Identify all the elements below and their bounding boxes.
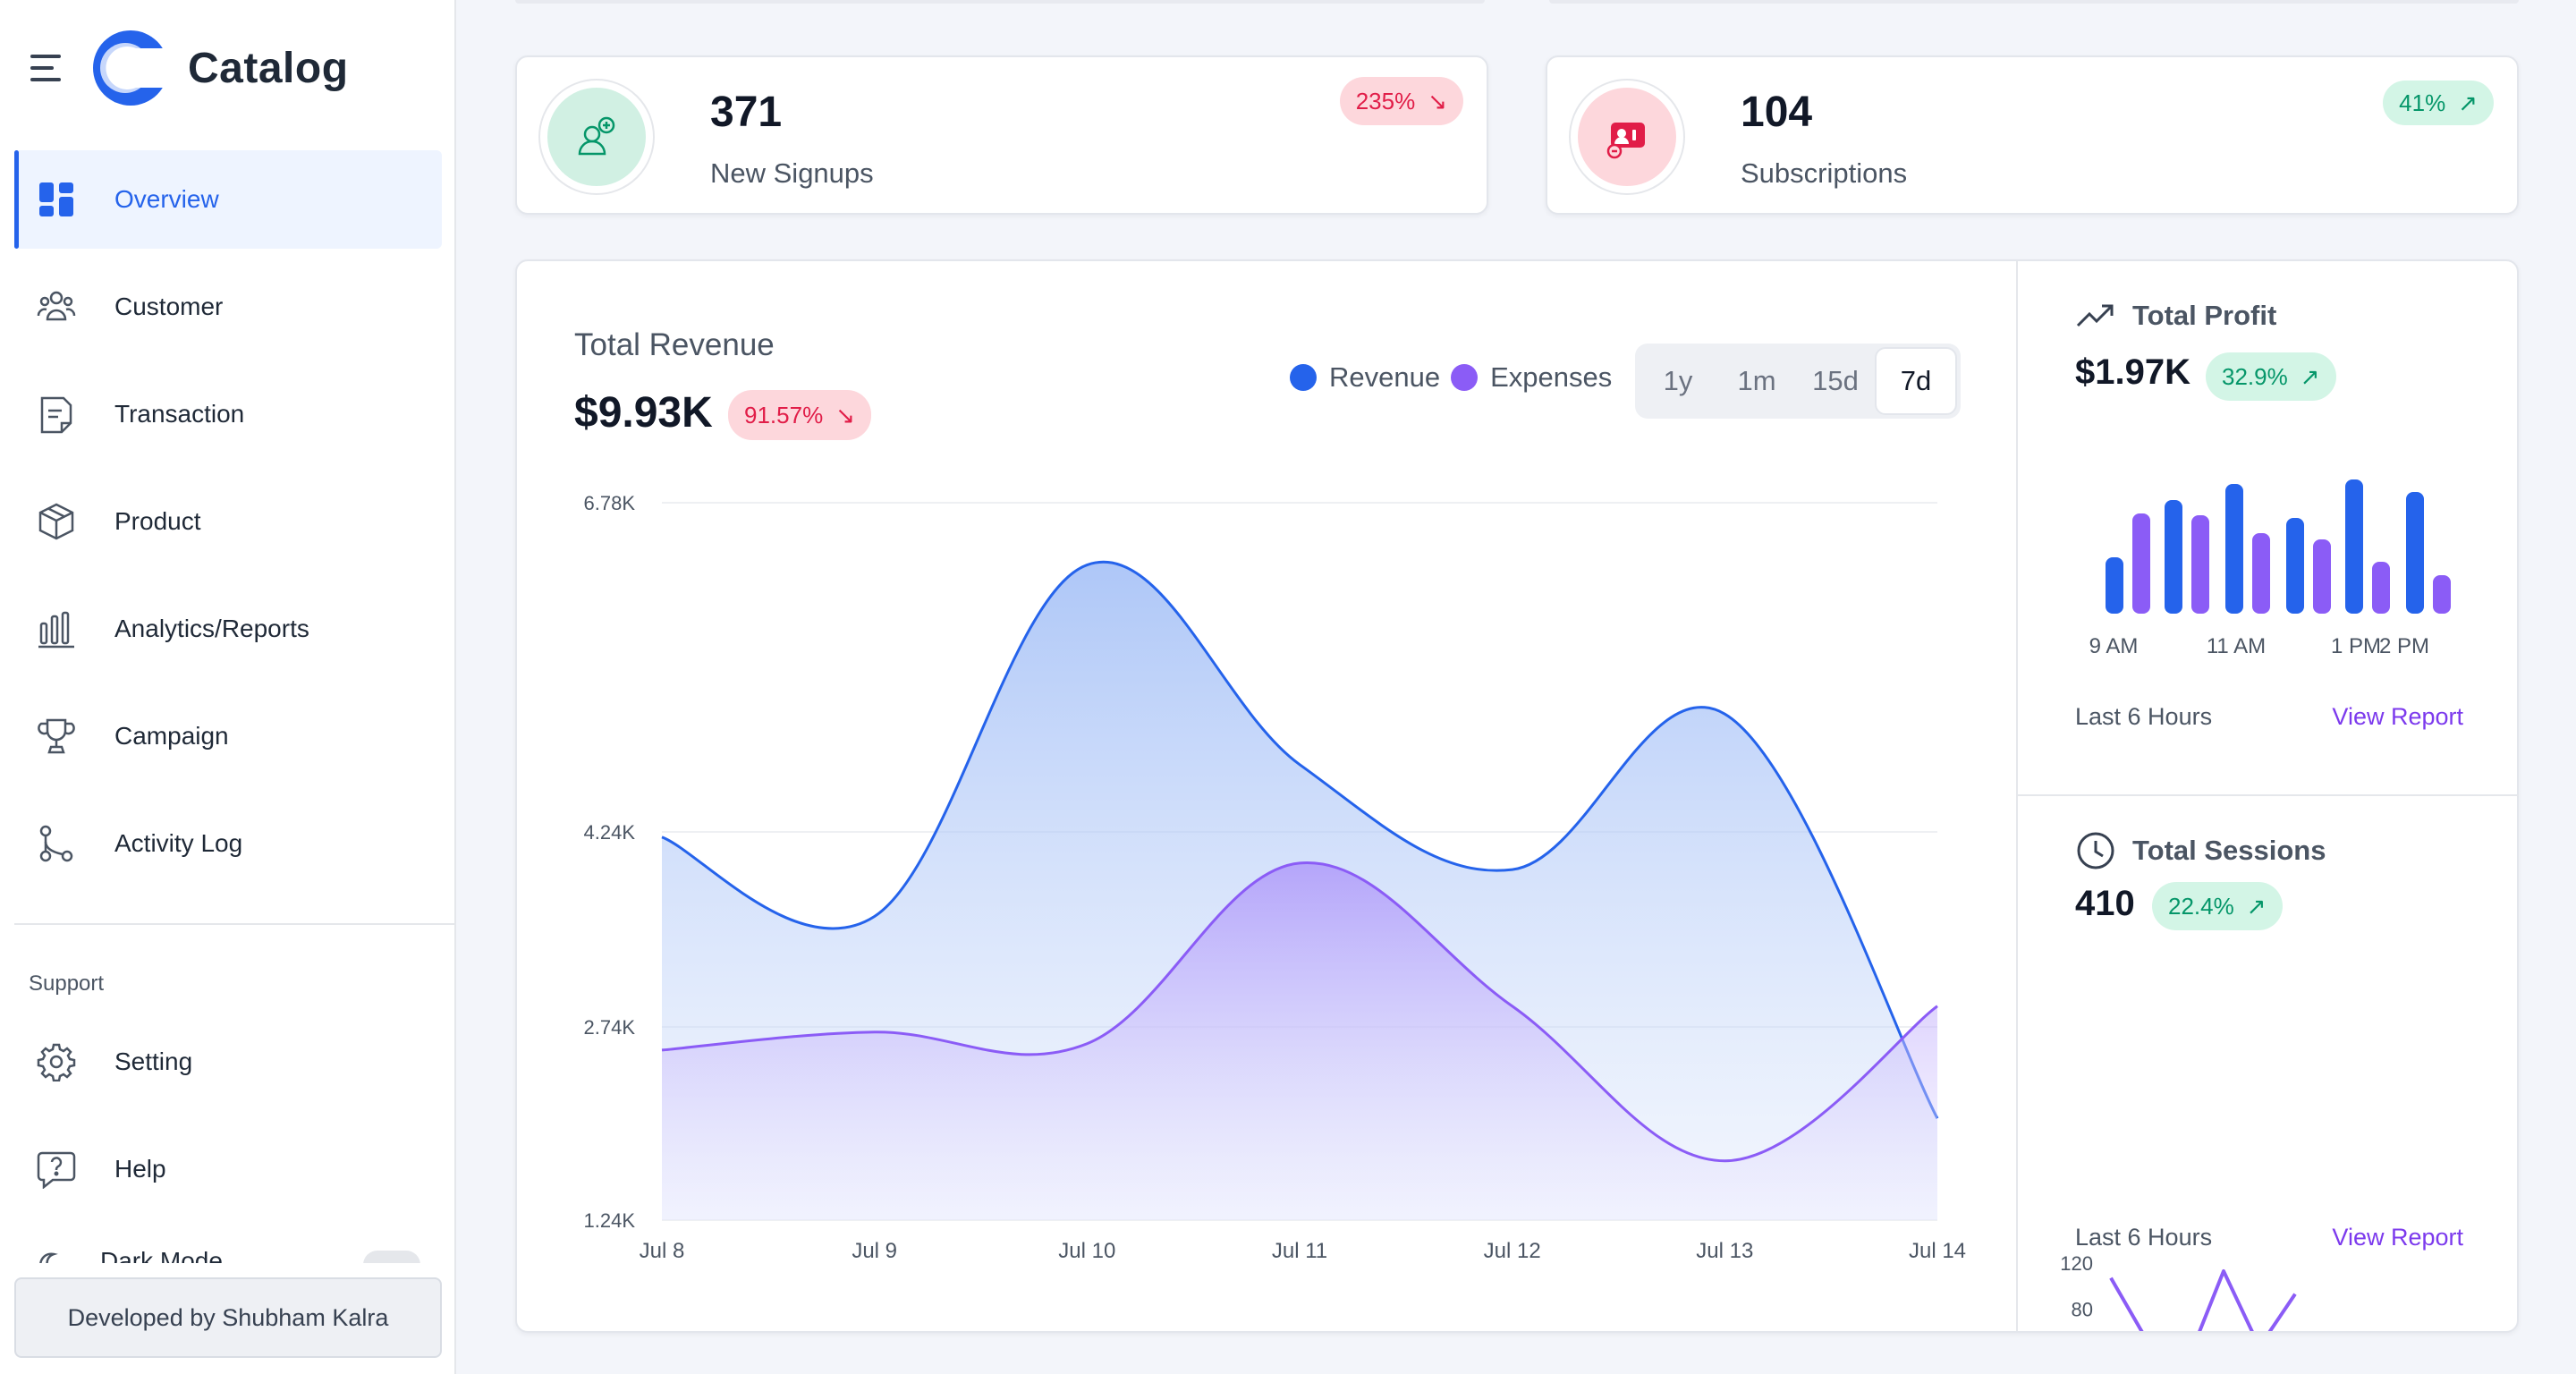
stat-icon-ring (1569, 79, 1685, 195)
box-icon (36, 501, 77, 542)
x-tick-label: 11 AM (2207, 634, 2266, 658)
sidebar-item-help[interactable]: Help (14, 1120, 442, 1218)
change-badge: 41% ↗ (2383, 81, 2494, 125)
support-nav: Setting Help (14, 1013, 442, 1227)
stat-card-signups: 371 New Signups 235% ↘ (515, 55, 1488, 215)
sidebar-item-campaign[interactable]: Campaign (14, 687, 442, 785)
profit-view-report-link[interactable]: View Report (2332, 703, 2463, 731)
profit-bar (2433, 575, 2451, 614)
x-tick-label: Jul 13 (1696, 1239, 1753, 1263)
profit-bar (2165, 500, 2182, 614)
stat-value: 371 (710, 89, 783, 136)
profit-bar (2191, 515, 2209, 614)
profit-bar (2252, 533, 2270, 614)
document-icon (36, 394, 77, 435)
revenue-chart: 1.24K 2.74K 4.24K 6.78K Jul 8 Jul 9 Jul 10 Jul… (584, 492, 1967, 1263)
x-tick-label: Jul 12 (1484, 1239, 1541, 1263)
sidebar-item-analytics[interactable]: Analytics/Reports (14, 580, 442, 678)
brand-name: Catalog (188, 44, 349, 92)
sessions-view-report-link[interactable]: View Report (2332, 1224, 2463, 1251)
moon-icon (39, 1252, 58, 1263)
sidebar-item-label: Dark Mode (100, 1247, 223, 1263)
gear-icon (36, 1041, 77, 1082)
x-tick-label: 1 PM (2331, 634, 2381, 658)
user-add-icon (547, 88, 646, 186)
x-tick-label: 9 AM (2089, 634, 2139, 658)
revenue-card: Total Revenue $9.93K 91.57% ↘ Revenue Ex… (515, 259, 2519, 1333)
profit-footer: Last 6 Hours (2075, 703, 2213, 730)
y-tick-label: 120 (2060, 1252, 2093, 1275)
sidebar-item-transaction[interactable]: Transaction (14, 365, 442, 463)
profit-bar (2372, 562, 2390, 614)
sidebar-item-label: Product (114, 507, 201, 535)
x-tick-label: Jul 11 (1272, 1239, 1327, 1263)
sessions-panel: Total Sessions 410 22.4% ↗ 04080120 10 A… (2018, 796, 2519, 1331)
profit-bar (2313, 539, 2331, 614)
grid-icon (36, 179, 77, 220)
sessions-footer: Last 6 Hours (2075, 1224, 2213, 1251)
y-tick-label: 1.24K (584, 1209, 636, 1232)
profit-bar (2132, 513, 2150, 614)
stat-label: New Signups (710, 157, 874, 189)
profit-bar (2286, 518, 2304, 614)
sidebar-item-label: Activity Log (114, 829, 243, 857)
sessions-line (2109, 1268, 2297, 1331)
profit-bar (2406, 492, 2424, 614)
main-nav: Overview Customer Transaction Product An… (14, 150, 442, 902)
sidebar-item-label: Transaction (114, 400, 245, 428)
y-tick-label: 6.78K (584, 492, 636, 514)
arrow-down-right-icon: ↘ (1428, 87, 1447, 114)
git-branch-icon (36, 823, 77, 864)
stat-value: 104 (1741, 89, 1813, 136)
change-value: 235% (1355, 87, 1416, 114)
change-badge: 235% ↘ (1339, 77, 1463, 125)
y-tick-label: 4.24K (584, 821, 636, 844)
profit-panel: Total Profit $1.97K 32.9% ↗ 9 AM 11 AM 1 P… (2018, 261, 2519, 794)
sidebar-item-label: Customer (114, 293, 224, 320)
menu-icon[interactable] (30, 55, 64, 81)
sidebar-item-setting[interactable]: Setting (14, 1013, 442, 1111)
sidebar-item-label: Campaign (114, 722, 229, 750)
users-icon (36, 286, 77, 327)
stat-label: Subscriptions (1741, 157, 1908, 189)
profit-bar (2345, 479, 2363, 614)
card-stub-right (1549, 0, 2519, 4)
sidebar-item-activity-log[interactable]: Activity Log (14, 794, 442, 893)
support-section-label: Support (29, 971, 105, 996)
subscription-icon (1578, 88, 1676, 186)
stat-icon-ring (538, 79, 655, 195)
logo-icon (93, 30, 170, 106)
sidebar-item-label: Help (114, 1155, 166, 1183)
help-icon (36, 1149, 77, 1190)
sidebar: Catalog Overview Customer Transaction Pr… (0, 0, 456, 1374)
x-tick-label: Jul 8 (640, 1239, 685, 1263)
x-tick-label: 2 PM (2379, 634, 2429, 658)
dark-mode-toggle[interactable] (363, 1251, 420, 1263)
x-tick-label: Jul 14 (1909, 1239, 1966, 1263)
sidebar-item-dark-mode[interactable]: Dark Mode (36, 1245, 429, 1263)
trophy-icon (36, 716, 77, 757)
sidebar-item-label: Setting (114, 1047, 193, 1075)
x-tick-label: Jul 9 (852, 1239, 897, 1263)
profit-bar (2106, 557, 2123, 614)
sidebar-divider (14, 923, 454, 925)
x-tick-label: Jul 10 (1058, 1239, 1115, 1263)
sidebar-item-label: Analytics/Reports (114, 615, 309, 642)
profit-bar (2225, 484, 2243, 614)
change-value: 41% (2399, 89, 2446, 116)
sidebar-item-overview[interactable]: Overview (14, 150, 442, 249)
bar-chart-icon (36, 608, 77, 649)
arrow-up-right-icon: ↗ (2458, 89, 2478, 116)
sidebar-item-label: Overview (114, 185, 219, 213)
brand: Catalog (30, 27, 349, 109)
y-tick-label: 80 (2072, 1298, 2093, 1320)
stat-card-subscriptions: 104 Subscriptions 41% ↗ (1546, 55, 2519, 215)
sidebar-item-product[interactable]: Product (14, 472, 442, 571)
y-tick-label: 2.74K (584, 1016, 636, 1039)
sidebar-item-customer[interactable]: Customer (14, 258, 442, 356)
card-stub-left (515, 0, 1485, 4)
developer-credit: Developed by Shubham Kalra (14, 1277, 442, 1358)
